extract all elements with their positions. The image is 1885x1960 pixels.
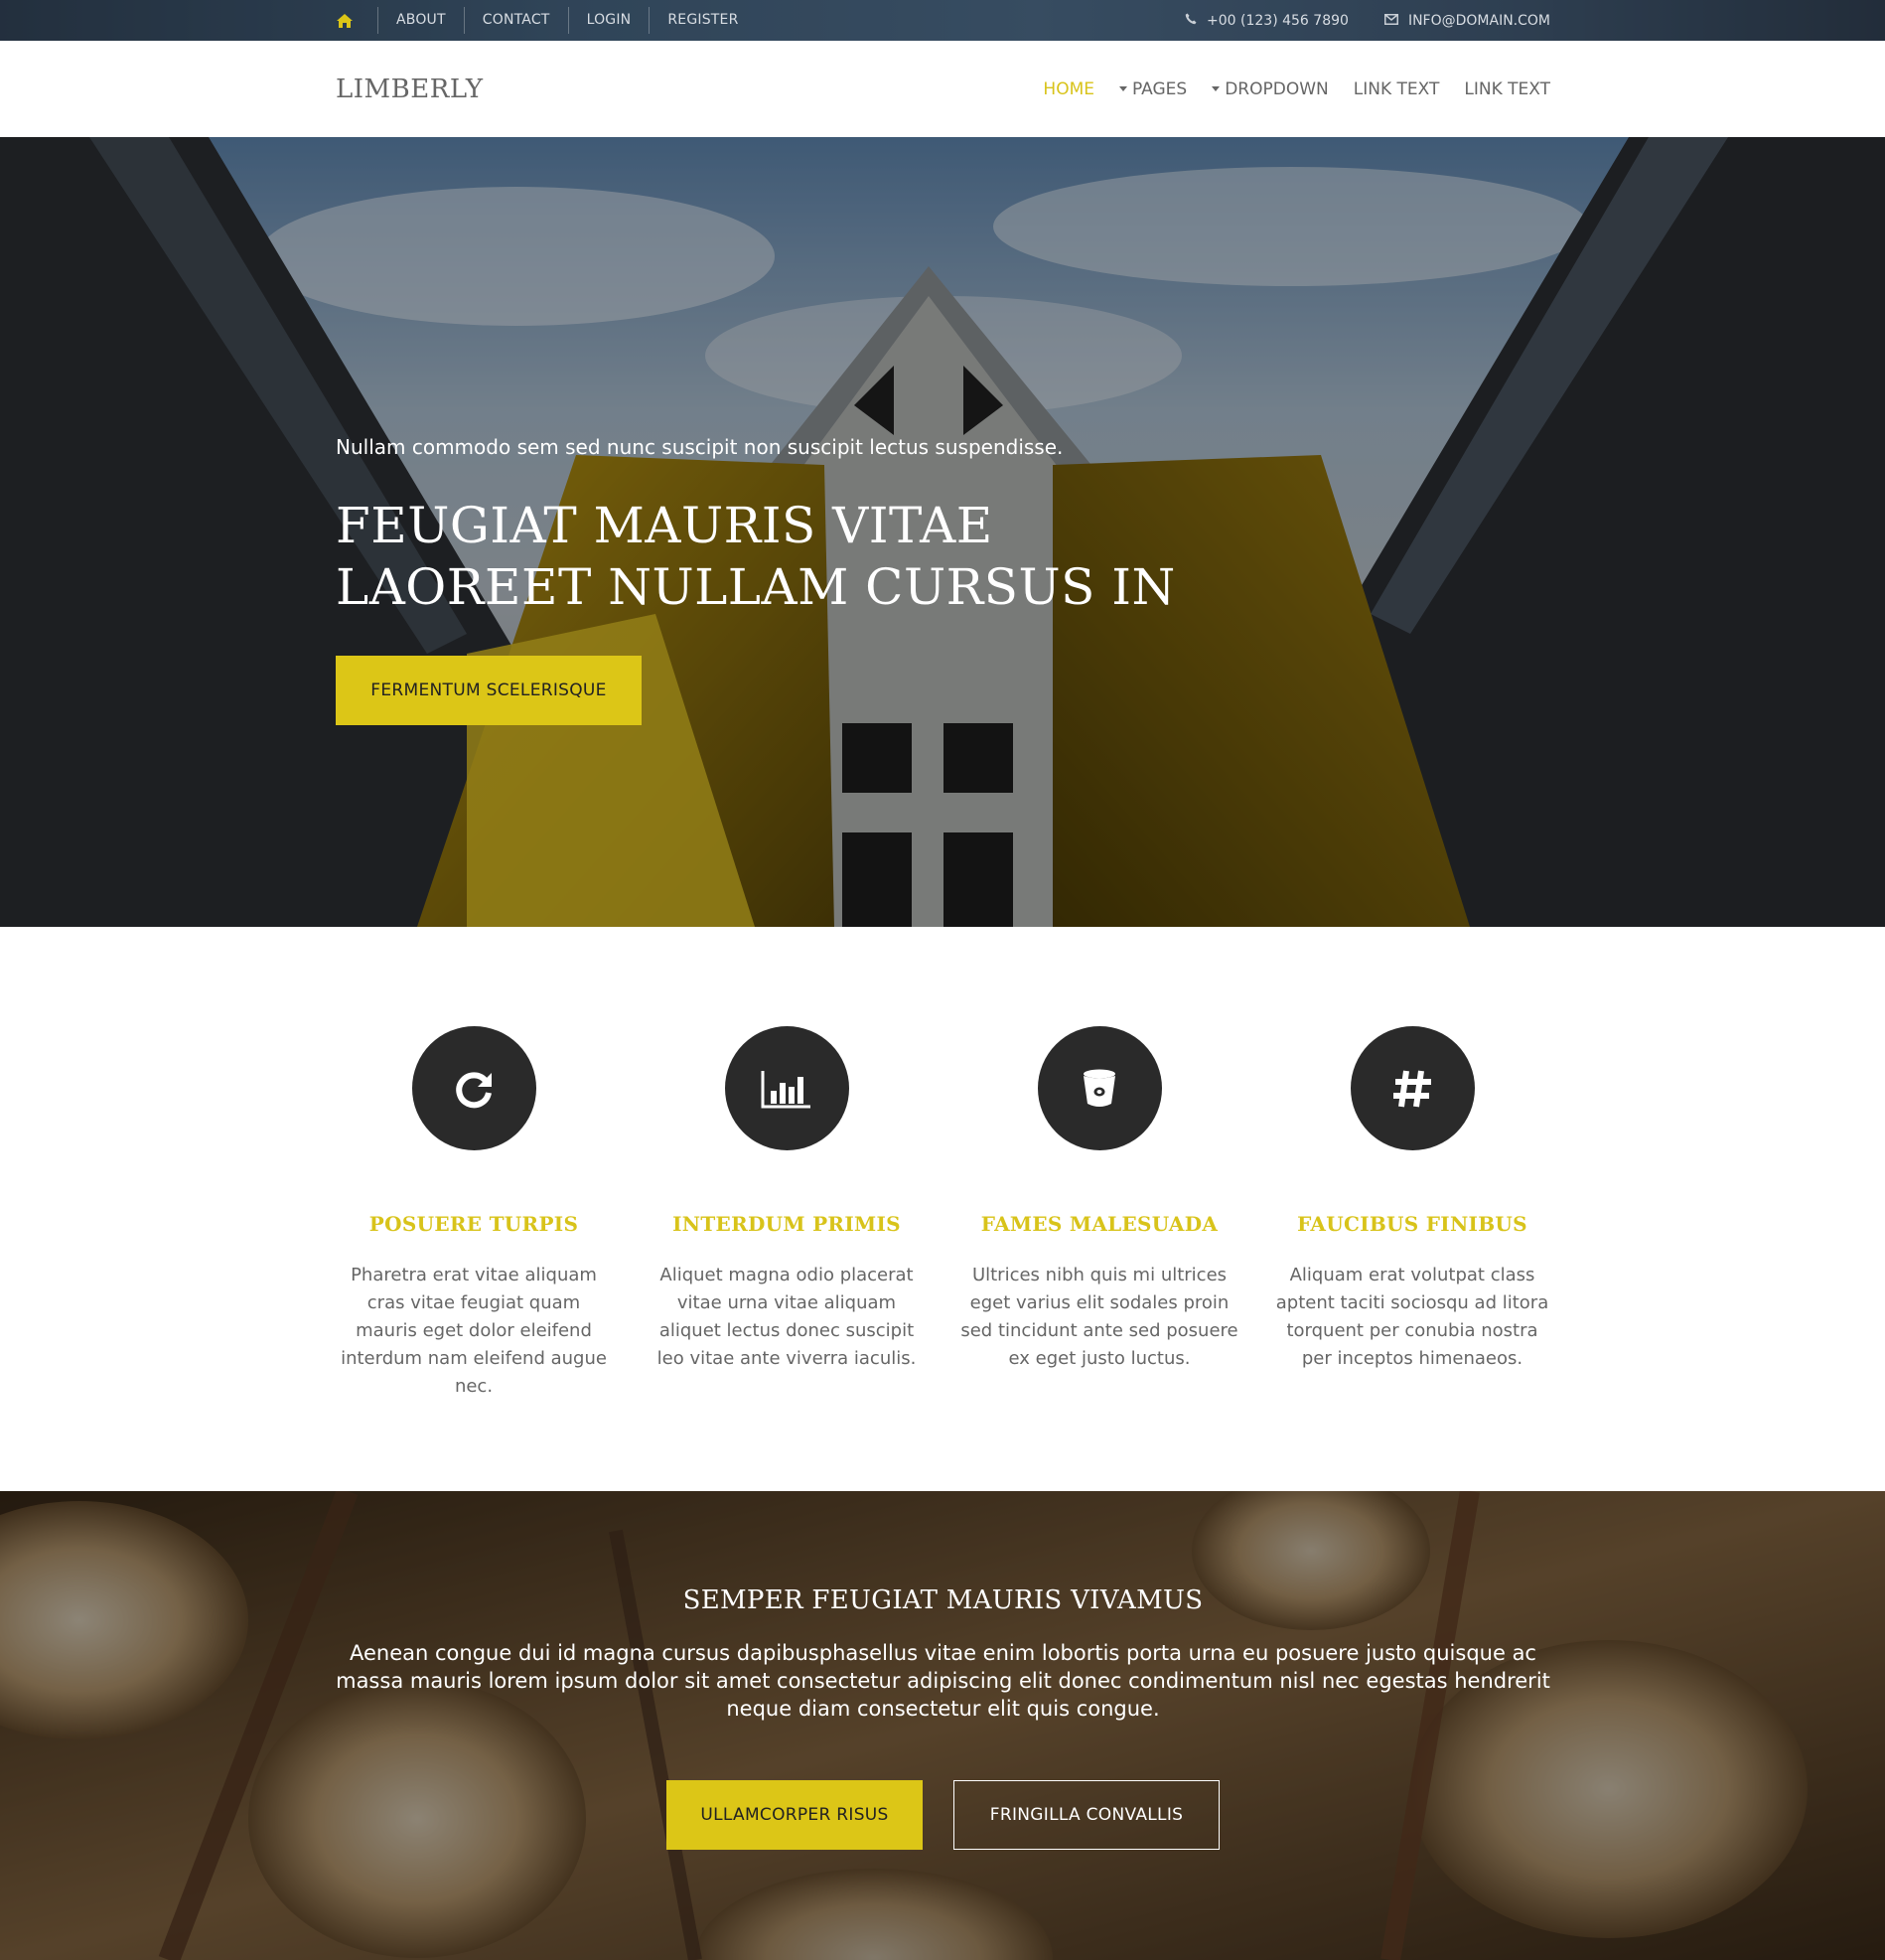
cta-content: SEMPER FEUGIAT MAURIS VIVAMUS Aenean con…	[336, 1585, 1550, 1850]
feature-title: INTERDUM PRIMIS	[672, 1212, 901, 1236]
hero-title: FEUGIAT MAURIS VITAE LAOREET NULLAM CURS…	[336, 497, 1176, 616]
bucket-icon	[1037, 1026, 1162, 1150]
top-link-login[interactable]: LOGIN	[567, 7, 650, 34]
top-link-about[interactable]: ABOUT	[377, 7, 464, 34]
feature-title: POSUERE TURPIS	[368, 1212, 579, 1236]
cta-section: SEMPER FEUGIAT MAURIS VIVAMUS Aenean con…	[0, 1491, 1885, 1960]
home-icon[interactable]	[336, 0, 377, 41]
main-navbar: LIMBERLY HOME PAGES DROPDOWN LINK TEXT L…	[0, 41, 1885, 137]
cta-title: SEMPER FEUGIAT MAURIS VIVAMUS	[682, 1585, 1204, 1615]
envelope-icon	[1383, 13, 1398, 29]
nav-item-label: LINK TEXT	[1464, 78, 1550, 99]
nav-item-label: PAGES	[1132, 78, 1188, 99]
feature-item: POSUERE TURPIS Pharetra erat vitae aliqu…	[335, 1026, 613, 1401]
phone-number: +00 (123) 456 7890	[1207, 12, 1349, 29]
main-nav: HOME PAGES DROPDOWN LINK TEXT LINK TEXT	[1018, 79, 1550, 99]
email-address: INFO@DOMAIN.COM	[1407, 12, 1550, 29]
nav-item-label: HOME	[1043, 78, 1094, 99]
nav-item-link-text-2[interactable]: LINK TEXT	[1464, 79, 1550, 99]
feature-text: Aliquet magna odio placerat vitae urna v…	[656, 1265, 917, 1369]
caret-down-icon	[1212, 86, 1221, 91]
nav-item-label: LINK TEXT	[1353, 78, 1440, 99]
nav-item-pages[interactable]: PAGES	[1119, 79, 1187, 99]
hero-content: Nullam commodo sem sed nunc suscipit non…	[336, 435, 1329, 725]
feature-title: FAMES MALESUADA	[980, 1212, 1219, 1236]
phone-contact[interactable]: +00 (123) 456 7890	[1185, 13, 1349, 29]
bar-chart-icon	[724, 1026, 849, 1150]
feature-item: INTERDUM PRIMIS Aliquet magna odio place…	[648, 1026, 926, 1373]
top-bar: ABOUT CONTACT LOGIN REGISTER +00 (123) 4…	[0, 0, 1885, 41]
cta-primary-button[interactable]: ULLAMCORPER RISUS	[666, 1780, 923, 1850]
feature-item: FAMES MALESUADA Ultrices nibh quis mi ul…	[960, 1026, 1238, 1373]
feature-title: FAUCIBUS FINIBUS	[1297, 1212, 1527, 1236]
top-link-register[interactable]: REGISTER	[649, 7, 756, 34]
email-contact[interactable]: INFO@DOMAIN.COM	[1383, 12, 1550, 29]
caret-down-icon	[1119, 86, 1127, 91]
hero-banner: Nullam commodo sem sed nunc suscipit non…	[0, 137, 1885, 927]
nav-item-label: DROPDOWN	[1225, 78, 1329, 99]
nav-item-home[interactable]: HOME	[1043, 79, 1094, 99]
features-section: POSUERE TURPIS Pharetra erat vitae aliqu…	[0, 927, 1885, 1491]
hashtag-icon	[1350, 1026, 1475, 1150]
hero-cta-button[interactable]: FERMENTUM SCELERISQUE	[336, 656, 642, 725]
nav-item-link-text-1[interactable]: LINK TEXT	[1354, 79, 1440, 99]
nav-item-dropdown[interactable]: DROPDOWN	[1212, 79, 1329, 99]
refresh-icon	[411, 1026, 536, 1150]
brand-logo[interactable]: LIMBERLY	[336, 75, 484, 104]
top-contact: +00 (123) 456 7890 INFO@DOMAIN.COM	[1185, 13, 1550, 29]
feature-text: Aliquam erat volutpat class aptent tacit…	[1275, 1265, 1549, 1369]
top-links: ABOUT CONTACT LOGIN REGISTER	[336, 0, 757, 41]
cta-buttons: ULLAMCORPER RISUS FRINGILLA CONVALLIS	[336, 1780, 1550, 1850]
feature-item: FAUCIBUS FINIBUS Aliquam erat volutpat c…	[1273, 1026, 1551, 1373]
cta-secondary-button[interactable]: FRINGILLA CONVALLIS	[953, 1780, 1220, 1850]
cta-text: Aenean congue dui id magna cursus dapibu…	[336, 1641, 1550, 1721]
phone-icon	[1185, 13, 1197, 29]
hero-lead: Nullam commodo sem sed nunc suscipit non…	[336, 435, 1064, 459]
top-link-contact[interactable]: CONTACT	[463, 7, 568, 34]
feature-text: Pharetra erat vitae aliquam cras vitae f…	[341, 1265, 607, 1397]
feature-text: Ultrices nibh quis mi ultrices eget vari…	[960, 1265, 1238, 1369]
